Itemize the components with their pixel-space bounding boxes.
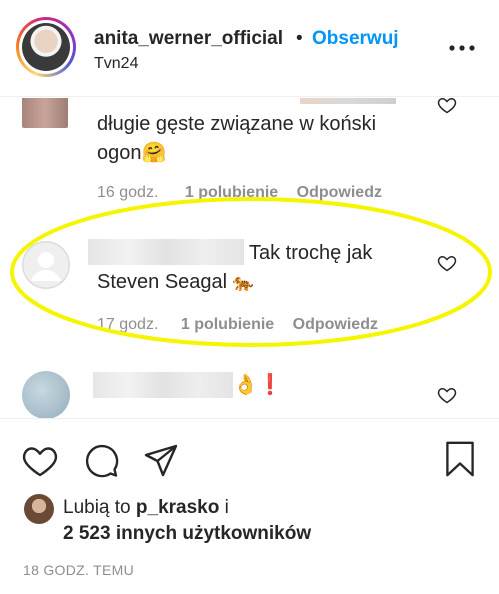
bookmark-icon[interactable] bbox=[442, 441, 478, 477]
commenter-avatar-blurred[interactable] bbox=[22, 98, 68, 128]
divider bbox=[0, 418, 499, 419]
avatar-photo bbox=[22, 23, 70, 71]
post-header: anita_werner_official • Obserwuj Tvn24 bbox=[0, 0, 499, 97]
highlight-ellipse bbox=[10, 197, 492, 347]
obscured-text bbox=[300, 98, 396, 104]
likes-summary: Lubią to p_krasko i bbox=[63, 497, 229, 518]
likes-count-link[interactable]: 2 523 innych użytkowników bbox=[63, 523, 311, 545]
commenter-avatar[interactable] bbox=[22, 371, 70, 418]
comment-like-heart-icon[interactable] bbox=[437, 385, 457, 405]
follow-button[interactable]: Obserwuj bbox=[312, 28, 399, 50]
comment-like-heart-icon[interactable] bbox=[437, 98, 457, 115]
liker-avatar[interactable] bbox=[24, 494, 54, 524]
comment-icon[interactable] bbox=[83, 443, 119, 479]
separator-dot: • bbox=[296, 28, 303, 49]
post-timestamp[interactable]: 18 GODZ. TEMU bbox=[23, 562, 134, 578]
blurred-username[interactable] bbox=[93, 372, 233, 398]
profile-avatar[interactable] bbox=[16, 17, 76, 77]
location-link[interactable]: Tvn24 bbox=[94, 55, 138, 73]
heart-icon[interactable] bbox=[22, 443, 58, 479]
username-link[interactable]: anita_werner_official bbox=[94, 28, 283, 50]
share-icon[interactable] bbox=[143, 443, 179, 479]
comment-text: długie gęste związane w koński ogon🤗 bbox=[97, 113, 377, 164]
ok-hand-emoji: 👌❗ bbox=[233, 374, 283, 396]
liker-username[interactable]: p_krasko bbox=[136, 497, 219, 518]
more-options-icon[interactable] bbox=[448, 38, 476, 58]
hugging-emoji: 🤗 bbox=[141, 142, 167, 164]
